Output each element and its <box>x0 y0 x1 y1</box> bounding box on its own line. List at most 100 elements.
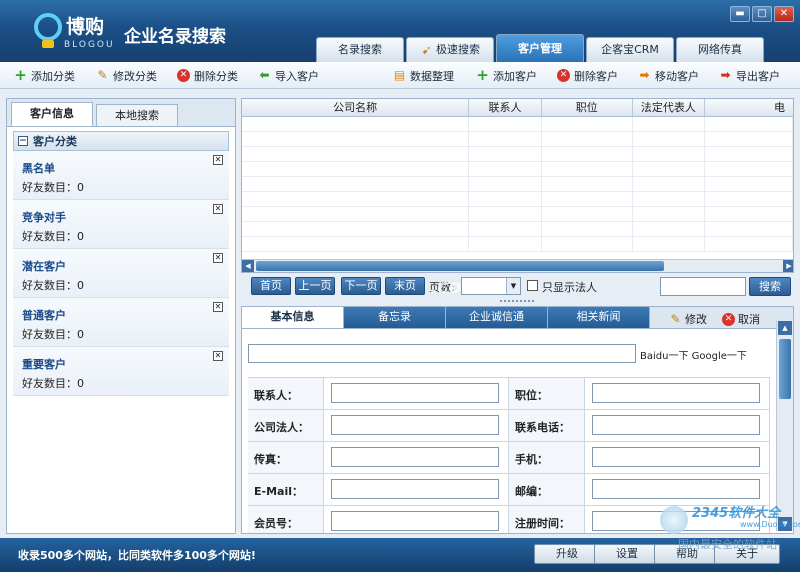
search-button[interactable]: 搜索 <box>749 277 791 296</box>
column-legal-rep[interactable]: 法定代表人 <box>633 99 706 116</box>
position-input[interactable] <box>592 383 760 403</box>
tab-memo[interactable]: 备忘录 <box>344 307 446 328</box>
collapse-icon[interactable]: − <box>18 136 28 146</box>
tab-basic-info[interactable]: 基本信息 <box>242 307 344 328</box>
table-cell <box>633 132 706 146</box>
category-item[interactable]: 潜在客户 好友数目：0 ✕ <box>13 249 229 298</box>
category-count: 好友数目：0 <box>22 328 84 341</box>
column-phone[interactable]: 电 <box>705 99 793 116</box>
table-row[interactable] <box>242 132 793 147</box>
category-item[interactable]: 普通客户 好友数目：0 ✕ <box>13 298 229 347</box>
watermark-text: .com <box>430 276 482 298</box>
email-input[interactable] <box>331 479 499 499</box>
category-item[interactable]: 黑名单 好友数目：0 ✕ <box>13 151 229 200</box>
scroll-left-icon[interactable]: ◀ <box>242 260 254 272</box>
table-cell <box>633 192 706 206</box>
maximize-button[interactable]: □ <box>752 6 772 22</box>
table-cell <box>469 207 542 221</box>
plus-icon: + <box>14 66 27 84</box>
category-item[interactable]: 竞争对手 好友数目：0 ✕ <box>13 200 229 249</box>
tab-customer-info[interactable]: 客户信息 <box>11 102 93 126</box>
horizontal-scrollbar[interactable]: ◀ ▶ <box>242 259 793 272</box>
prev-page-button[interactable]: 上一页 <box>295 277 335 295</box>
column-company[interactable]: 公司名称 <box>242 99 470 116</box>
mobile-input[interactable] <box>592 447 760 467</box>
tab-news[interactable]: 相关新闻 <box>548 307 650 328</box>
remove-category-icon[interactable]: ✕ <box>213 302 223 312</box>
wrench-icon: ✎ <box>670 311 681 326</box>
column-contact[interactable]: 联系人 <box>469 99 542 116</box>
table-row[interactable] <box>242 147 793 162</box>
scroll-up-icon[interactable]: ▲ <box>778 321 792 335</box>
category-name: 黑名单 <box>22 162 55 175</box>
button-label: 取消 <box>738 313 760 326</box>
scroll-thumb[interactable] <box>779 339 791 399</box>
move-customer-button[interactable]: ➡ 移动客户 <box>638 67 699 84</box>
column-position[interactable]: 职位 <box>542 99 633 116</box>
app-window: 博购 BLOGOU 企业名录搜索 ▬ □ ✕ 名录搜索 ➹ 极速搜索 客户管理 企… <box>0 0 800 572</box>
fax-input[interactable] <box>331 447 499 467</box>
edit-category-button[interactable]: ✎ 修改分类 <box>96 67 157 84</box>
table-row[interactable] <box>242 222 793 237</box>
settings-button[interactable]: 设置 <box>594 544 660 564</box>
search-input[interactable] <box>660 277 746 296</box>
cancel-button[interactable]: ✕ 取消 <box>722 311 760 327</box>
tab-credit[interactable]: 企业诚信通 <box>446 307 548 328</box>
add-category-button[interactable]: + 添加分类 <box>14 67 75 84</box>
vertical-scrollbar[interactable]: ▲ ▼ <box>776 321 793 531</box>
upgrade-button[interactable]: 升级 <box>534 544 600 564</box>
tab-network-fax[interactable]: 网络传真 <box>676 37 764 62</box>
import-customer-button[interactable]: ⬅ 导入客户 <box>258 67 319 84</box>
add-customer-button[interactable]: + 添加客户 <box>476 67 537 84</box>
scroll-thumb[interactable] <box>256 261 664 271</box>
table-cell <box>242 207 470 221</box>
organize-data-button[interactable]: ▤ 数据整理 <box>393 67 454 84</box>
last-page-button[interactable]: 末页 <box>385 277 425 295</box>
remove-category-icon[interactable]: ✕ <box>213 253 223 263</box>
table-cell <box>542 237 633 251</box>
member-id-input[interactable] <box>331 511 499 531</box>
table-row[interactable] <box>242 237 793 252</box>
first-page-button[interactable]: 首页 <box>251 277 291 295</box>
tab-label: 网络传真 <box>698 43 742 56</box>
category-header[interactable]: − 客户分类 <box>13 131 229 151</box>
close-button[interactable]: ✕ <box>774 6 794 22</box>
splitter-handle[interactable] <box>500 300 534 304</box>
legal-rep-input[interactable] <box>331 415 499 435</box>
zip-input[interactable] <box>592 479 760 499</box>
category-item[interactable]: 重要客户 好友数目：0 ✕ <box>13 347 229 396</box>
rocket-icon: ➹ <box>421 42 432 57</box>
table-cell <box>633 237 706 251</box>
phone-input[interactable] <box>592 415 760 435</box>
table-row[interactable] <box>242 207 793 222</box>
tab-directory-search[interactable]: 名录搜索 <box>316 37 404 62</box>
table-row[interactable] <box>242 117 793 132</box>
delete-category-button[interactable]: ✕ 删除分类 <box>177 67 238 84</box>
remove-category-icon[interactable]: ✕ <box>213 351 223 361</box>
minimize-button[interactable]: ▬ <box>730 6 750 22</box>
web-search-links[interactable]: Baidu一下 Google一下 <box>640 347 747 362</box>
delete-customer-button[interactable]: ✕ 删除客户 <box>557 67 618 84</box>
only-legal-checkbox[interactable] <box>527 280 538 291</box>
remove-category-icon[interactable]: ✕ <box>213 155 223 165</box>
tab-local-search[interactable]: 本地搜索 <box>96 104 178 126</box>
table-cell <box>542 207 633 221</box>
table-row[interactable] <box>242 162 793 177</box>
table-cell <box>633 222 706 236</box>
table-row[interactable] <box>242 192 793 207</box>
table-cell <box>242 117 470 131</box>
contact-input[interactable] <box>331 383 499 403</box>
scroll-right-icon[interactable]: ▶ <box>783 260 793 272</box>
table-cell <box>469 177 542 191</box>
tab-crm[interactable]: 企客宝CRM <box>586 37 674 62</box>
edit-button[interactable]: ✎ 修改 <box>669 311 707 327</box>
tab-fast-search[interactable]: ➹ 极速搜索 <box>406 37 494 62</box>
chevron-down-icon[interactable]: ▼ <box>506 278 520 294</box>
next-page-button[interactable]: 下一页 <box>341 277 381 295</box>
web-search-input[interactable] <box>248 344 636 363</box>
tab-customer-management[interactable]: 客户管理 <box>496 34 584 62</box>
export-customer-button[interactable]: ➡ 导出客户 <box>719 67 780 84</box>
table-row[interactable] <box>242 177 793 192</box>
table-body <box>242 117 793 252</box>
remove-category-icon[interactable]: ✕ <box>213 204 223 214</box>
